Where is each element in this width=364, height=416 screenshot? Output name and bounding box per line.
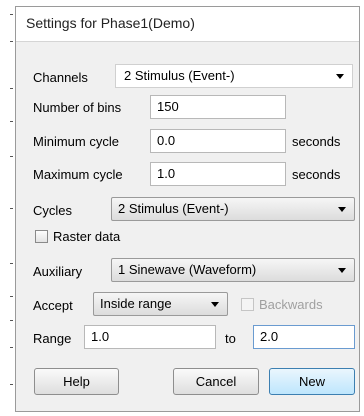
range-to-value: 2.0 — [260, 329, 279, 344]
channels-label: Channels — [33, 70, 88, 85]
max-cycle-input[interactable]: 1.0 — [150, 162, 286, 186]
accept-select[interactable]: Inside range — [93, 292, 228, 316]
max-cycle-unit: seconds — [292, 167, 341, 182]
cancel-button-label: Cancel — [195, 374, 237, 389]
chevron-down-icon — [336, 74, 344, 79]
min-cycle-label: Minimum cycle — [33, 134, 119, 149]
dialog-title: Settings for Phase1(Demo) — [26, 15, 195, 31]
cycles-select[interactable]: 2 Stimulus (Event-) — [111, 197, 355, 221]
strip-mark — [10, 347, 13, 348]
range-to-input[interactable]: 2.0 — [253, 325, 355, 349]
strip-mark — [10, 156, 13, 157]
channels-value: 2 Stimulus (Event-) — [124, 68, 235, 83]
new-button-label: New — [298, 374, 325, 389]
strip-mark — [10, 41, 13, 42]
strip-mark — [10, 263, 13, 264]
bins-label: Number of bins — [33, 100, 122, 115]
raster-data-checkbox[interactable] — [35, 230, 48, 243]
chevron-down-icon — [211, 302, 219, 307]
backwards-label[interactable]: Backwards — [259, 297, 323, 312]
strip-mark — [10, 121, 13, 122]
min-cycle-unit: seconds — [292, 134, 341, 149]
raster-data-label[interactable]: Raster data — [53, 229, 120, 244]
strip-mark — [10, 320, 13, 321]
bins-input[interactable]: 150 — [150, 95, 286, 119]
cycles-value: 2 Stimulus (Event-) — [118, 201, 229, 216]
strip-mark — [10, 14, 13, 15]
max-cycle-label: Maximum cycle — [33, 167, 123, 182]
auxiliary-select[interactable]: 1 Sinewave (Waveform) — [111, 258, 355, 282]
range-label: Range — [33, 331, 72, 346]
range-to-label: to — [225, 331, 236, 346]
range-from-input[interactable]: 1.0 — [84, 325, 216, 349]
bins-value: 150 — [157, 99, 179, 114]
chevron-down-icon — [338, 207, 346, 212]
strip-mark — [10, 384, 13, 385]
background-window-edge — [0, 0, 14, 416]
chevron-down-icon — [338, 268, 346, 273]
strip-mark — [10, 208, 13, 209]
dialog-titlebar[interactable]: Settings for Phase1(Demo) — [16, 7, 359, 42]
min-cycle-input[interactable]: 0.0 — [150, 129, 286, 153]
strip-mark — [10, 296, 13, 297]
channels-select[interactable]: 2 Stimulus (Event-) — [115, 64, 353, 88]
accept-label: Accept — [33, 298, 73, 313]
strip-mark — [10, 88, 13, 89]
auxiliary-label: Auxiliary — [33, 264, 83, 279]
max-cycle-value: 1.0 — [157, 166, 176, 181]
help-button[interactable]: Help — [34, 368, 119, 395]
help-button-label: Help — [63, 374, 90, 389]
settings-dialog: Settings for Phase1(Demo) Channels 2 Sti… — [15, 6, 360, 412]
new-button[interactable]: New — [269, 368, 355, 395]
min-cycle-value: 0.0 — [157, 133, 176, 148]
auxiliary-value: 1 Sinewave (Waveform) — [118, 262, 257, 277]
cancel-button[interactable]: Cancel — [173, 368, 259, 395]
range-from-value: 1.0 — [91, 329, 110, 344]
backwards-checkbox[interactable] — [241, 298, 254, 311]
cycles-label: Cycles — [33, 203, 73, 218]
accept-value: Inside range — [100, 296, 172, 311]
